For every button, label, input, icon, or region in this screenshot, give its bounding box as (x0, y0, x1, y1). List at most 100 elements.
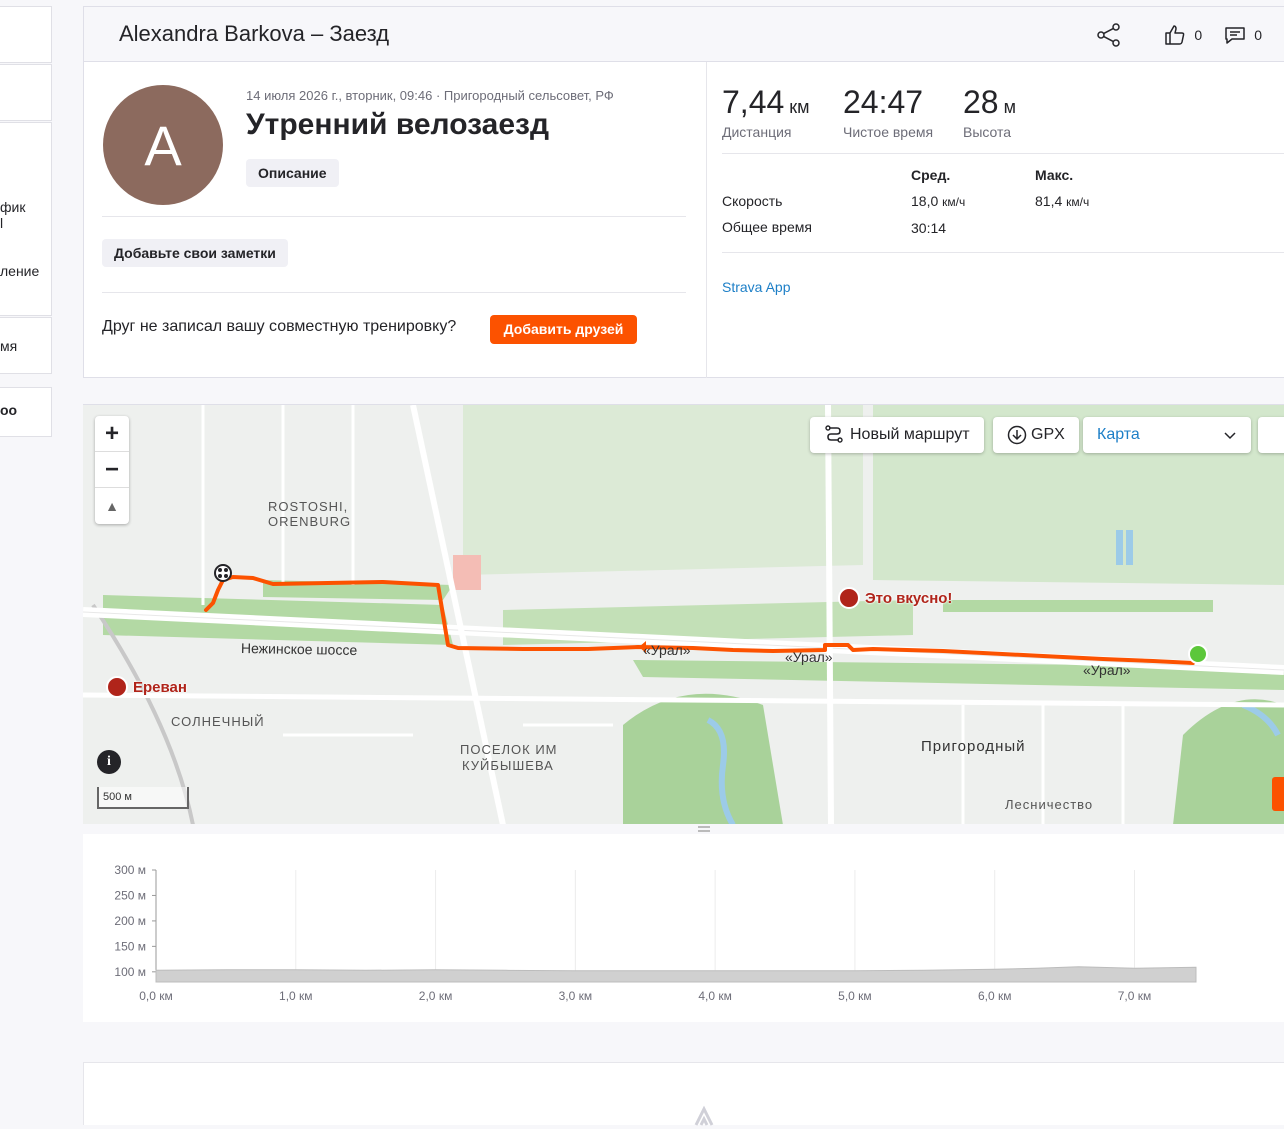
gpx-button[interactable]: GPX (993, 417, 1079, 453)
sidebar-text-1: фик (0, 199, 26, 215)
divider (102, 216, 686, 217)
map-label-ural-3: «Урал» (1083, 662, 1131, 678)
map-label-ural-1: «Урал» (643, 642, 691, 658)
sidebar-text-3: мя (0, 338, 18, 354)
elevation-value: 28 м (963, 84, 1016, 120)
elevation-area (155, 966, 1197, 983)
x-tick-label: 6,0 км (978, 989, 1012, 1003)
share-icon (1097, 23, 1121, 47)
map-canvas[interactable] (83, 405, 1284, 824)
x-tick-label: 1,0 км (279, 989, 313, 1003)
map-label-ural-2: «Урал» (785, 649, 833, 665)
kudos-button[interactable]: 0 (1164, 24, 1202, 46)
side-panel-tab[interactable] (1272, 777, 1284, 811)
header-actions: 0 0 (1096, 21, 1284, 49)
compass-button[interactable]: ▲ (95, 488, 129, 524)
add-friends-button[interactable]: Добавить друзей (490, 315, 637, 344)
cafe-icon (838, 587, 860, 609)
poi-label: Это вкусно! (865, 589, 953, 607)
poi-erevan[interactable]: Ереван (106, 676, 187, 698)
new-route-button[interactable]: Новый маршрут (810, 417, 984, 453)
x-tick-label: 2,0 км (419, 989, 453, 1003)
fullscreen-button[interactable] (1258, 417, 1284, 453)
add-notes-button[interactable]: Добавьте свои заметки (102, 239, 288, 267)
avatar[interactable]: A (103, 85, 223, 205)
zoom-in-button[interactable]: + (95, 416, 129, 452)
finish-marker[interactable] (214, 564, 232, 582)
info-icon[interactable]: i (97, 750, 121, 774)
y-tick-label: 200 м (114, 914, 146, 928)
route-icon (825, 425, 843, 443)
vertical-divider (706, 62, 707, 378)
map-label-prigorodny: Пригородный (921, 738, 1026, 755)
map-label-rostoshi: ROSTOSHI, (268, 499, 349, 514)
footer-band (83, 1022, 1284, 1062)
resize-handle[interactable] (698, 826, 710, 832)
start-marker[interactable] (1188, 644, 1208, 664)
map-label-solnechny: СОЛНЕЧНЫЙ (171, 714, 265, 729)
sidebar-box-4[interactable]: мя (0, 317, 52, 374)
map-label-orenburg: ORENBURG (268, 514, 352, 529)
max-column-header: Макс. (1035, 167, 1074, 183)
map-label-lesnichestvo: Лесничество (1005, 797, 1094, 812)
page-title: Alexandra Barkova – Заезд (119, 21, 390, 46)
x-tick-label: 0,0 км (139, 989, 173, 1003)
map-label-highway: Нежинское шоссе (240, 639, 358, 659)
elevation-label: Высота (963, 124, 1012, 140)
elevation-chart[interactable]: 0,0 км 1,0 км 2,0 км 3,0 км 4,0 км 5,0 км 6,0 … (83, 834, 1284, 1022)
elapsed-time-label: Общее время (722, 219, 812, 235)
poi-eto-vkusno[interactable]: Это вкусно! (838, 587, 952, 609)
map-scale: 500 м (97, 787, 189, 809)
comments-count: 0 (1254, 27, 1262, 43)
x-tick-label: 3,0 км (559, 989, 593, 1003)
map-label-kuibyshev-2: КУЙБЫШЕВА (462, 758, 554, 773)
y-tick-label: 100 м (114, 965, 146, 979)
map-type-value: Карта (1097, 426, 1140, 443)
friend-question: Друг не записал вашу совместную трениров… (102, 318, 457, 335)
activity-title: Утренний велозаезд (246, 108, 549, 141)
sidebar-text-2: ление (0, 263, 40, 279)
loading-icon (694, 1105, 714, 1126)
chevron-down-icon (1224, 432, 1236, 440)
activity-summary: A 14 июля 2026 г., вторник, 09:46 · Приг… (83, 62, 1284, 378)
sidebar-box-1[interactable] (0, 6, 52, 63)
comments-button[interactable]: 0 (1224, 24, 1262, 46)
cafe-icon (106, 676, 128, 698)
kudos-count: 0 (1194, 27, 1203, 43)
speed-avg: 18,0 км/ч (911, 193, 966, 209)
sidebar-box-3[interactable]: фик l ление (0, 122, 52, 316)
thumbs-up-icon (1165, 25, 1185, 45)
new-route-label: Новый маршрут (850, 426, 970, 443)
speed-max: 81,4 км/ч (1035, 193, 1090, 209)
gpx-label: GPX (1031, 426, 1065, 443)
distance-label: Дистанция (722, 124, 792, 140)
divider (722, 252, 1284, 253)
sidebar-box-5[interactable]: oo (0, 387, 52, 437)
route-map[interactable]: ROSTOSHI, ORENBURG Нежинское шоссе «Урал… (83, 404, 1284, 824)
left-sidebar: фик l ление мя oo (0, 0, 52, 1125)
x-tick-label: 7,0 км (1118, 989, 1152, 1003)
sidebar-box-2[interactable] (0, 64, 52, 121)
map-type-select[interactable]: Карта (1083, 417, 1251, 453)
activity-meta: 14 июля 2026 г., вторник, 09:46 · Пригор… (246, 88, 614, 103)
bottom-panel (83, 1062, 1284, 1126)
sidebar-text-4: oo (0, 402, 18, 418)
download-icon (1007, 425, 1027, 445)
y-tick-label: 300 м (114, 863, 146, 877)
moving-time-value: 24:47 (843, 84, 924, 120)
zoom-out-button[interactable]: − (95, 452, 129, 488)
x-tick-label: 4,0 км (698, 989, 732, 1003)
sidebar-text-1b: l (0, 215, 4, 231)
elevation-svg[interactable]: 0,0 км 1,0 км 2,0 км 3,0 км 4,0 км 5,0 км 6,0 … (83, 834, 1284, 1022)
elapsed-time-value: 30:14 (911, 220, 947, 236)
x-tick-label: 5,0 км (838, 989, 872, 1003)
share-button[interactable] (1096, 22, 1130, 48)
activity-header: Alexandra Barkova – Заезд 0 0 (83, 6, 1284, 62)
map-label-kuibyshev-1: ПОСЕЛОК ИМ (460, 742, 558, 757)
device-link[interactable]: Strava App (722, 279, 791, 295)
distance-value: 7,44 км (722, 84, 810, 120)
y-tick-label: 150 м (114, 939, 146, 953)
y-tick-label: 250 м (114, 888, 146, 902)
description-button[interactable]: Описание (246, 159, 339, 187)
moving-time-label: Чистое время (843, 124, 934, 140)
